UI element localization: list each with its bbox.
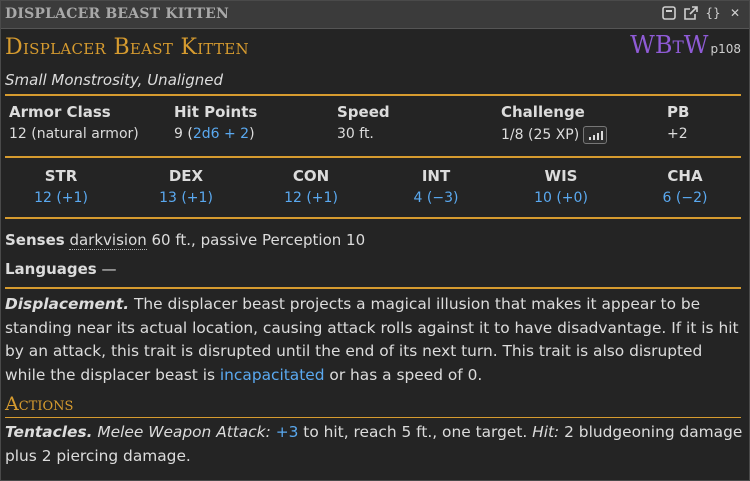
senses-line: Senses darkvision 60 ft., passive Percep…	[5, 231, 366, 250]
senses-text: 60 ft., passive Perception 10	[146, 231, 366, 249]
popout-icon[interactable]	[683, 5, 699, 21]
ability-wis: WIS 10 (+0)	[511, 167, 611, 206]
challenge-label: Challenge	[501, 103, 585, 121]
darkvision-link[interactable]: darkvision	[69, 231, 147, 250]
ability-roll[interactable]: 6 (−2)	[635, 190, 735, 206]
ability-label: WIS	[544, 167, 578, 185]
ability-label: INT	[421, 167, 451, 185]
ability-roll[interactable]: 13 (+1)	[136, 190, 236, 206]
pb-label: PB	[667, 103, 690, 121]
ability-roll[interactable]: 10 (+0)	[511, 190, 611, 206]
divider	[5, 217, 741, 219]
hit-points-label: Hit Points	[174, 103, 258, 121]
challenge-stat: Challenge 1/8 (25 XP)	[501, 103, 608, 144]
hit-label: Hit:	[532, 423, 560, 441]
json-icon[interactable]: {}	[705, 5, 721, 21]
pb-value: +2	[667, 126, 688, 142]
statblock-window: DISPLACER BEAST KITTEN {} ✕ Displacer Be…	[0, 0, 750, 481]
divider	[5, 156, 741, 158]
trait-text-end: or has a speed of 0.	[324, 365, 483, 384]
challenge-value: 1/8 (25 XP)	[501, 126, 608, 144]
speed-label: Speed	[337, 103, 390, 121]
ability-int: INT 4 (−3)	[386, 167, 486, 206]
ability-scores-row: STR 12 (+1) DEX 13 (+1) CON 12 (+1) INT …	[5, 167, 741, 211]
divider	[5, 417, 741, 418]
monster-name: Displacer Beast Kitten	[5, 35, 249, 60]
hp-prefix: 9 (	[174, 126, 193, 142]
collapse-icon[interactable]	[661, 5, 677, 21]
ability-cha: CHA 6 (−2)	[635, 167, 735, 206]
window-title: DISPLACER BEAST KITTEN	[5, 6, 230, 22]
speed-value: 30 ft.	[337, 126, 374, 142]
action-name: Tentacles.	[5, 423, 93, 441]
languages-line: Languages —	[5, 260, 117, 278]
ability-roll[interactable]: 4 (−3)	[386, 190, 486, 206]
armor-class-label: Armor Class	[9, 103, 111, 121]
proficiency-bonus-stat: PB +2	[667, 103, 689, 142]
divider	[5, 94, 741, 96]
core-stats-row: Armor Class 12 (natural armor) Hit Point…	[9, 103, 739, 153]
titlebar-controls: {} ✕	[661, 5, 743, 21]
actions-header: Actions	[5, 393, 74, 415]
to-hit-roll[interactable]: +3	[276, 423, 299, 441]
ability-label: STR	[44, 167, 78, 185]
cr-scale-button[interactable]	[583, 126, 608, 144]
source-abbr[interactable]: WBtW	[630, 31, 708, 59]
title-bar[interactable]: DISPLACER BEAST KITTEN {} ✕	[1, 1, 749, 29]
hp-suffix: )	[249, 126, 255, 142]
ability-label: CON	[292, 167, 330, 185]
ability-roll[interactable]: 12 (+1)	[11, 190, 111, 206]
languages-value: —	[96, 260, 117, 278]
source-page: p108	[710, 42, 741, 56]
senses-label: Senses	[5, 231, 65, 249]
action-tentacles: Tentacles. Melee Weapon Attack: +3 to hi…	[5, 421, 745, 468]
ability-roll[interactable]: 12 (+1)	[261, 190, 361, 206]
trait-name: Displacement.	[5, 295, 130, 313]
ability-label: CHA	[667, 167, 703, 185]
incapacitated-link[interactable]: incapacitated	[220, 366, 325, 384]
close-icon[interactable]: ✕	[727, 5, 743, 21]
hp-dice-roll[interactable]: 2d6 + 2	[193, 126, 249, 142]
action-text: to hit, reach 5 ft., one target.	[298, 423, 533, 441]
source-reference[interactable]: WBtW p108	[630, 31, 741, 59]
speed-stat: Speed 30 ft.	[337, 103, 390, 142]
divider	[5, 287, 741, 289]
hit-points-stat: Hit Points 9 (2d6 + 2)	[174, 103, 257, 142]
monster-type: Small Monstrosity, Unaligned	[5, 71, 223, 89]
ability-str: STR 12 (+1)	[11, 167, 111, 206]
armor-class-stat: Armor Class 12 (natural armor)	[9, 103, 139, 142]
trait-displacement: Displacement. The displacer beast projec…	[5, 293, 745, 387]
ability-con: CON 12 (+1)	[261, 167, 361, 206]
hit-points-value: 9 (2d6 + 2)	[174, 126, 257, 142]
challenge-text: 1/8 (25 XP)	[501, 127, 580, 143]
ability-dex: DEX 13 (+1)	[136, 167, 236, 206]
ability-label: DEX	[168, 167, 204, 185]
armor-class-value: 12 (natural armor)	[9, 126, 139, 142]
languages-label: Languages	[5, 260, 97, 278]
attack-type: Melee Weapon Attack:	[92, 423, 271, 441]
signal-bars-icon	[589, 131, 604, 140]
